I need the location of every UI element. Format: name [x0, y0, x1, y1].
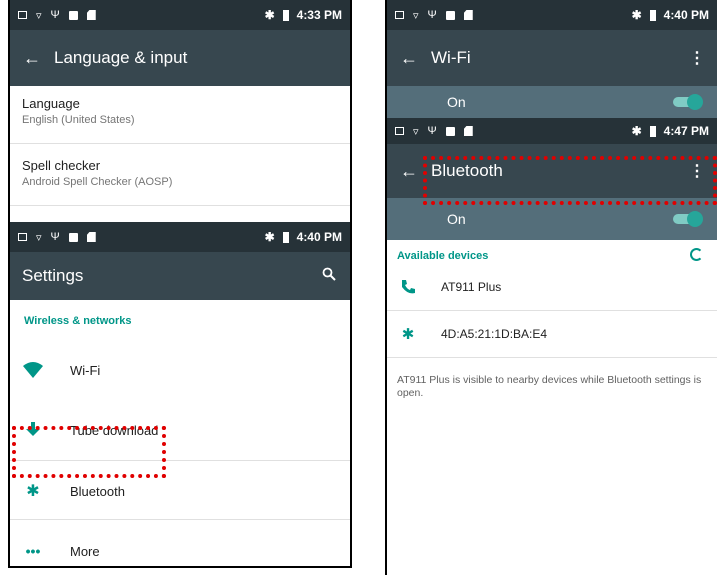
screenshot-icon	[18, 11, 27, 19]
spell-checker-label: Spell checker	[22, 158, 101, 173]
status-time: 4:33 PM	[296, 8, 342, 22]
wifi-signal-icon: ▿	[413, 125, 419, 138]
battery-icon	[649, 125, 656, 137]
wifi-signal-icon: ▿	[413, 9, 419, 22]
wifi-item[interactable]: Wi-Fi	[10, 345, 350, 395]
section-header: Wireless & networks	[24, 315, 132, 327]
more-label: More	[70, 543, 100, 559]
sd-card-icon	[463, 126, 473, 136]
battery-icon	[649, 9, 656, 21]
phone-icon	[387, 279, 429, 295]
usb-icon: Ψ	[427, 9, 437, 21]
bluetooth-icon: ✱	[26, 483, 40, 500]
battery-icon	[282, 231, 289, 243]
wifi-title: Wi-Fi	[431, 48, 471, 67]
wifi-signal-icon: ▿	[36, 9, 42, 22]
lock-icon	[68, 232, 78, 242]
bluetooth-switch-label: On	[447, 211, 466, 227]
language-label: Language	[22, 96, 80, 111]
battery-icon	[282, 9, 289, 21]
bluetooth-status-icon: ✱	[264, 230, 275, 244]
language-item[interactable]: Language English (United States)	[10, 96, 350, 126]
usb-icon: Ψ	[50, 231, 60, 243]
visibility-note: AT911 Plus is visible to nearby devices …	[397, 374, 702, 400]
screenshot-icon	[18, 233, 27, 241]
device-name: AT911 Plus	[441, 280, 502, 294]
back-arrow-icon[interactable]: ←	[10, 48, 54, 69]
more-item[interactable]: ••• More	[10, 526, 350, 566]
status-time: 4:40 PM	[663, 8, 709, 22]
wifi-app-bar: ← Wi-Fi ⋮	[387, 30, 717, 86]
sd-card-icon	[86, 10, 96, 20]
sd-card-icon	[86, 232, 96, 242]
wifi-switch-label: On	[447, 94, 466, 110]
device-item[interactable]: AT911 Plus	[387, 264, 717, 310]
usb-icon: Ψ	[427, 125, 437, 137]
wifi-signal-icon: ▿	[36, 231, 42, 244]
screenshot-icon	[395, 11, 404, 19]
status-bar: ▿ Ψ ✱ 4:33 PM	[10, 0, 350, 30]
wifi-switch-row[interactable]: On	[387, 86, 717, 118]
status-time: 4:47 PM	[663, 124, 709, 138]
wifi-icon	[10, 362, 56, 378]
settings-title: Settings	[22, 266, 84, 285]
status-time: 4:40 PM	[296, 230, 342, 244]
bluetooth-status-icon: ✱	[264, 8, 275, 22]
app-bar: ← Language & input	[10, 30, 350, 86]
divider	[387, 357, 717, 358]
divider	[10, 519, 350, 520]
spell-checker-item[interactable]: Spell checker Android Spell Checker (AOS…	[10, 158, 350, 188]
status-bar: ▿ Ψ ✱ 4:40 PM	[10, 222, 350, 252]
bluetooth-icon: ✱	[401, 326, 415, 343]
overflow-menu-icon[interactable]: ⋮	[689, 48, 705, 68]
spell-checker-value: Android Spell Checker (AOSP)	[22, 176, 173, 188]
screenshot-icon	[395, 127, 404, 135]
available-devices-header: Available devices	[397, 250, 489, 262]
wifi-label: Wi-Fi	[70, 362, 101, 378]
sd-card-icon	[463, 10, 473, 20]
lock-icon	[445, 126, 455, 136]
usb-icon: Ψ	[50, 9, 60, 21]
device-name: 4D:A5:21:1D:BA:E4	[441, 327, 548, 341]
settings-app-bar: Settings	[10, 252, 350, 300]
divider	[10, 143, 350, 144]
page-title: Language & input	[54, 48, 188, 67]
lock-icon	[445, 10, 455, 20]
language-value: English (United States)	[22, 114, 135, 126]
highlight-box	[12, 426, 166, 478]
back-arrow-icon[interactable]: ←	[387, 48, 431, 69]
bluetooth-status-icon: ✱	[631, 124, 642, 138]
lock-icon	[68, 10, 78, 20]
bluetooth-status-icon: ✱	[631, 8, 642, 22]
left-phone-screen: ▿ Ψ ✱ 4:33 PM ← Language & input Languag…	[8, 0, 352, 568]
status-bar: ▿ Ψ ✱ 4:40 PM	[387, 0, 717, 30]
bluetooth-toggle[interactable]	[673, 211, 703, 227]
right-phone-screen: ▿ Ψ ✱ 4:40 PM ← Wi-Fi ⋮ On ▿ Ψ ✱ 4:47 PM…	[385, 0, 717, 575]
highlight-box	[423, 156, 717, 205]
status-bar: ▿ Ψ ✱ 4:47 PM	[387, 118, 717, 144]
bluetooth-label: Bluetooth	[70, 483, 125, 499]
device-item[interactable]: ✱ 4D:A5:21:1D:BA:E4	[387, 311, 717, 357]
divider	[10, 205, 350, 206]
wifi-toggle[interactable]	[673, 94, 703, 110]
more-dots-icon: •••	[25, 543, 41, 559]
scanning-spinner-icon	[690, 248, 703, 261]
search-icon[interactable]	[322, 267, 336, 286]
